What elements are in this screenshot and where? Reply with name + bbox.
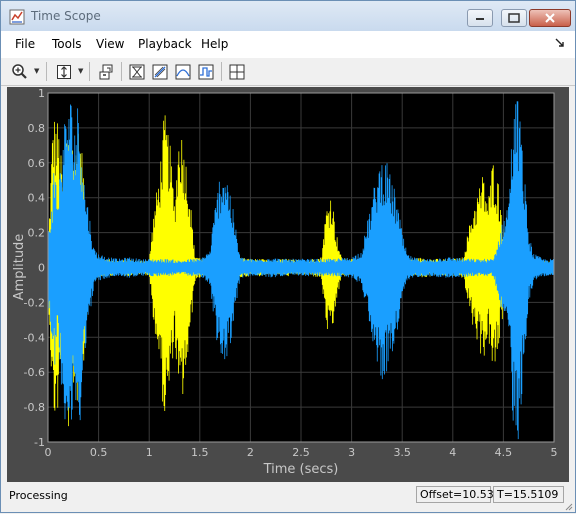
time-readout: T=15.5109 (493, 486, 564, 503)
toolbar-separator (221, 62, 222, 81)
scale-axes-icon (57, 64, 71, 79)
minimize-icon (476, 18, 484, 20)
minimize-button[interactable] (467, 9, 493, 27)
x-tick-label: 2.5 (292, 446, 310, 459)
y-tick-label: -0.4 (24, 331, 45, 344)
resize-grip-icon[interactable] (563, 500, 573, 511)
scope-chart[interactable]: 0 0.5 1 1.5 2 2.5 3 3.5 4 4.5 510.80.60.40.20-0.2-… (7, 87, 569, 482)
x-tick-label: 0 (45, 446, 52, 459)
x-tick-label: 1 (146, 446, 153, 459)
y-tick-label: 0.4 (28, 192, 46, 205)
maximize-button[interactable] (501, 9, 527, 27)
toolbar-separator (89, 62, 90, 81)
x-tick-label: 3.5 (393, 446, 411, 459)
x-tick-label: 4 (449, 446, 456, 459)
toolbar-separator (46, 62, 47, 81)
y-tick-label: -0.6 (24, 366, 45, 379)
y-tick-label: 0.2 (28, 227, 46, 240)
x-tick-label: 1.5 (191, 446, 209, 459)
menu-tools[interactable]: Tools (52, 37, 82, 51)
menu-playback[interactable]: Playback (138, 37, 192, 51)
y-axis-label: Amplitude (12, 234, 27, 301)
x-tick-label: 3 (348, 446, 355, 459)
signal-statistics-icon (175, 64, 191, 79)
layout-button[interactable] (226, 61, 248, 82)
toolbar: ▼ ▼ (1, 58, 575, 86)
peak-finder-button[interactable] (195, 61, 217, 82)
cursor-measurements-button[interactable] (149, 61, 171, 82)
offset-readout: Offset=10.534 (416, 486, 501, 503)
y-tick-label: 1 (38, 87, 45, 100)
layout-icon (229, 64, 245, 79)
matlab-figure-icon (9, 9, 25, 25)
highlight-simulink-button[interactable] (95, 61, 117, 82)
peak-finder-icon (198, 64, 214, 79)
menu-file[interactable]: File (15, 37, 35, 51)
highlight-simulink-icon (99, 64, 113, 79)
x-tick-label: 5 (551, 446, 558, 459)
x-tick-label: 0.5 (90, 446, 108, 459)
window-title: Time Scope (31, 9, 101, 23)
y-tick-label: 0.8 (28, 122, 46, 135)
cursor-measurements-icon (152, 64, 168, 79)
x-tick-label: 2 (247, 446, 254, 459)
zoom-in-icon (12, 63, 27, 79)
status-text: Processing (9, 489, 68, 502)
scale-dropdown-arrow-icon[interactable]: ▼ (78, 67, 83, 75)
y-tick-label: 0 (38, 262, 45, 275)
menu-view[interactable]: View (96, 37, 124, 51)
zoom-in-button[interactable] (9, 61, 31, 82)
title-bar[interactable]: Time Scope (1, 1, 575, 31)
scope-plot-area: 0 0.5 1 1.5 2 2.5 3 3.5 4 4.5 5 1 0.8 0.6 0.4 0.2 0 -0.2-… (7, 87, 569, 482)
maximize-icon (508, 13, 520, 23)
y-tick-label: 0.6 (28, 157, 46, 170)
scale-axes-button[interactable] (53, 61, 75, 82)
time-scope-window: Time Scope File Tools View Playback Help… (0, 0, 576, 513)
y-tick-label: -1 (34, 436, 45, 449)
toolbar-separator (121, 62, 122, 81)
x-axis-label: Time (secs) (263, 462, 339, 477)
menu-bar: File Tools View Playback Help (1, 31, 575, 59)
status-bar: Processing Offset=10.534 T=15.5109 (1, 483, 575, 512)
triggers-button[interactable] (126, 61, 148, 82)
close-button[interactable] (529, 9, 571, 27)
zoom-dropdown-arrow-icon[interactable]: ▼ (34, 67, 39, 75)
x-tick-label: 4.5 (495, 446, 513, 459)
triggers-icon (129, 64, 145, 79)
signal-statistics-button[interactable] (172, 61, 194, 82)
dock-arrow-icon[interactable] (555, 38, 565, 51)
y-tick-label: -0.8 (24, 401, 45, 414)
menu-help[interactable]: Help (201, 37, 228, 51)
close-icon (545, 13, 555, 23)
